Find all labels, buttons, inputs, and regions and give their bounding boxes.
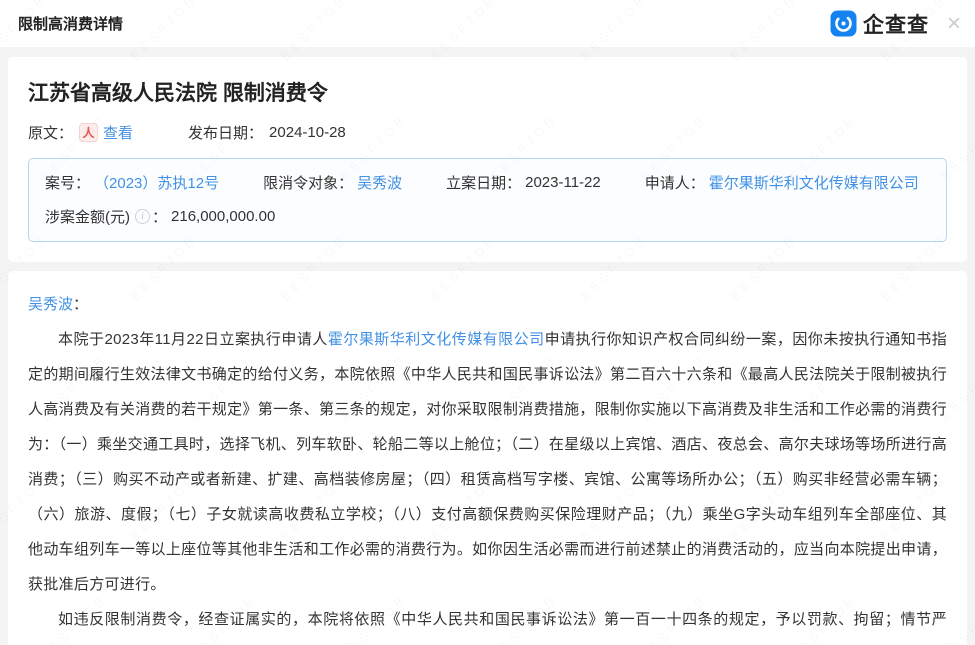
- addressee-colon: ：: [73, 296, 88, 313]
- restricted-person-label: 限消令对象：: [263, 172, 353, 193]
- window-header: 限制高消费详情 企查查 ×: [0, 0, 975, 47]
- document-header-card: 江苏省高级人民法院 限制消费令 原文： 人 查看 发布日期： 2024-10-2…: [8, 57, 967, 262]
- applicant-link[interactable]: 霍尔果斯华利文化传媒有限公司: [709, 172, 919, 193]
- publish-date-label: 发布日期：: [188, 122, 263, 143]
- case-summary-row-2: 涉案金额(元) i ： 216,000,000.00: [45, 206, 930, 227]
- restricted-person-link[interactable]: 吴秀波: [357, 172, 402, 193]
- close-icon[interactable]: ×: [947, 12, 961, 36]
- amount-colon: ：: [152, 206, 167, 227]
- addressee-person-link[interactable]: 吴秀波: [28, 296, 73, 313]
- field-amount: 涉案金额(元) i ： 216,000,000.00: [45, 206, 275, 227]
- case-number-label: 案号：: [45, 172, 90, 193]
- field-applicant: 申请人： 霍尔果斯华利文化传媒有限公司: [645, 172, 919, 193]
- addressee-line: 吴秀波：: [28, 287, 947, 322]
- order-paragraph-1: 本院于2023年11月22日立案执行申请人霍尔果斯华利文化传媒有限公司申请执行你…: [28, 322, 947, 602]
- applicant-label: 申请人：: [645, 172, 705, 193]
- source-label: 原文：: [28, 122, 73, 143]
- filing-date-value: 2023-11-22: [525, 174, 601, 191]
- qichacha-logo-icon: [830, 10, 857, 37]
- brand-area: 企查查 ×: [830, 9, 961, 39]
- document-title: 江苏省高级人民法院 限制消费令: [28, 77, 947, 107]
- applicant-company-inline-link[interactable]: 霍尔果斯华利文化传媒有限公司: [328, 331, 545, 348]
- case-summary-box: 案号： （2023）苏执12号 限消令对象： 吴秀波 立案日期： 2023-11…: [28, 158, 947, 242]
- order-body-card: 吴秀波： 本院于2023年11月22日立案执行申请人霍尔果斯华利文化传媒有限公司…: [8, 271, 967, 645]
- brand-name: 企查查: [863, 9, 929, 39]
- order-paragraph-2: 如违反限制消费令，经查证属实的，本院将依照《中华人民共和国民事诉讼法》第一百一十…: [28, 602, 947, 645]
- publish-date-value: 2024-10-28: [269, 124, 346, 141]
- page-title: 限制高消费详情: [18, 13, 123, 34]
- amount-label: 涉案金额(元): [45, 206, 130, 227]
- paragraph-1-text-after: 申请执行你知识产权合同纠纷一案，因你未按执行通知书指定的期间履行生效法律文书确定…: [28, 331, 947, 593]
- filing-date-label: 立案日期：: [446, 172, 521, 193]
- pdf-file-icon[interactable]: 人: [79, 123, 98, 142]
- paragraph-1-text-before: 本院于2023年11月22日立案执行申请人: [58, 331, 328, 348]
- info-tooltip-icon[interactable]: i: [135, 209, 150, 224]
- amount-value: 216,000,000.00: [171, 208, 275, 225]
- case-number-link[interactable]: （2023）苏执12号: [94, 172, 219, 193]
- field-filing-date: 立案日期： 2023-11-22: [446, 172, 601, 193]
- document-meta-row: 原文： 人 查看 发布日期： 2024-10-28: [28, 122, 947, 143]
- view-original-link[interactable]: 查看: [103, 122, 133, 143]
- field-restricted-person: 限消令对象： 吴秀波: [263, 172, 402, 193]
- case-summary-row-1: 案号： （2023）苏执12号 限消令对象： 吴秀波 立案日期： 2023-11…: [45, 172, 930, 193]
- field-case-number: 案号： （2023）苏执12号: [45, 172, 219, 193]
